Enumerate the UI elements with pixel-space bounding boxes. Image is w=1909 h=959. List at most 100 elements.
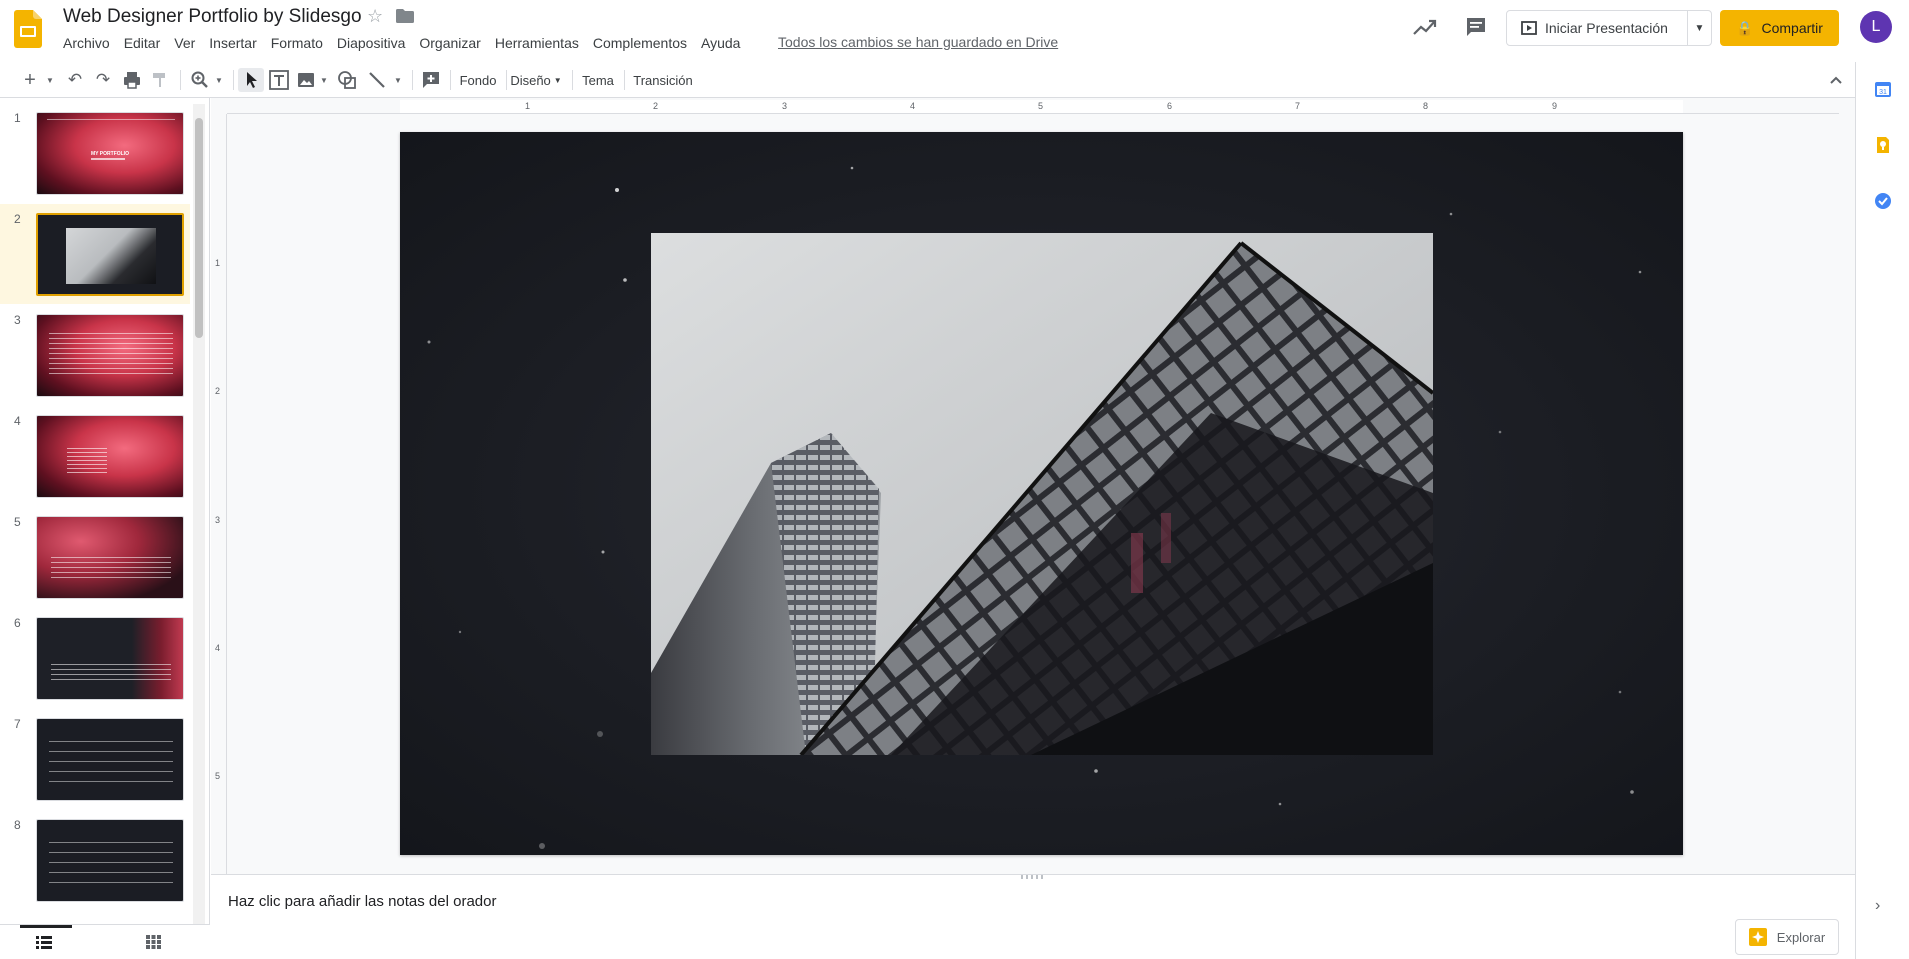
- slide-filmstrip: 1 MY PORTFOLIO 2 3 4 5 6 7 8: [0, 98, 210, 924]
- slide-thumbnail-row-2[interactable]: 2: [0, 204, 190, 304]
- slide-thumbnail[interactable]: [36, 314, 184, 397]
- ruler-tick-label: 3: [215, 515, 221, 525]
- undo-icon[interactable]: ↶: [64, 68, 86, 92]
- toolbar-separator: [572, 70, 573, 90]
- filmstrip-scroll-thumb[interactable]: [195, 118, 203, 338]
- zoom-icon[interactable]: [190, 68, 210, 92]
- slide-thumbnail[interactable]: [36, 516, 184, 599]
- tasks-icon[interactable]: [1874, 192, 1892, 210]
- ruler-tick-label: 1: [215, 258, 221, 268]
- account-avatar[interactable]: L: [1860, 11, 1892, 43]
- keep-icon[interactable]: [1874, 136, 1892, 154]
- star-icon[interactable]: ☆: [367, 6, 383, 27]
- menu-archivo[interactable]: Archivo: [56, 34, 117, 52]
- slide-building-photo[interactable]: [651, 233, 1433, 755]
- menu-complementos[interactable]: Complementos: [586, 34, 694, 52]
- vertical-ruler[interactable]: 1 2 3 4 5: [211, 114, 227, 874]
- insert-comment-icon[interactable]: [420, 68, 442, 92]
- menu-diapositiva[interactable]: Diapositiva: [330, 34, 412, 52]
- slide-thumbnail-row-1[interactable]: 1 MY PORTFOLIO: [0, 103, 190, 203]
- slides-logo-icon[interactable]: [14, 10, 42, 48]
- notes-resize-handle[interactable]: [1021, 875, 1045, 879]
- toolbar-separator: [450, 70, 451, 90]
- print-icon[interactable]: [122, 68, 142, 92]
- transition-button[interactable]: Transición: [632, 68, 694, 92]
- ruler-tick-label: 2: [653, 101, 659, 111]
- menu-herramientas[interactable]: Herramientas: [488, 34, 586, 52]
- background-button[interactable]: Fondo: [458, 68, 498, 92]
- ruler-tick-label: 7: [1295, 101, 1301, 111]
- menu-ayuda[interactable]: Ayuda: [694, 34, 747, 52]
- slide-thumbnail-row-3[interactable]: 3: [0, 305, 190, 405]
- new-slide-icon[interactable]: +: [20, 68, 40, 92]
- slide-thumbnail[interactable]: [36, 718, 184, 801]
- ruler-tick-label: 6: [1167, 101, 1173, 111]
- grid-view-icon[interactable]: [146, 935, 161, 949]
- document-title[interactable]: Web Designer Portfolio by Slidesgo: [63, 6, 362, 28]
- slide-thumbnail-row-7[interactable]: 7: [0, 709, 190, 809]
- select-cursor-icon[interactable]: [238, 68, 264, 92]
- calendar-icon[interactable]: 31: [1874, 80, 1892, 98]
- present-button[interactable]: Iniciar Presentación ▼: [1506, 10, 1712, 46]
- menu-organizar[interactable]: Organizar: [412, 34, 487, 52]
- share-label: Compartir: [1761, 20, 1823, 36]
- ruler-tick-label: 3: [782, 101, 788, 111]
- image-dropdown-icon[interactable]: ▼: [318, 68, 330, 92]
- toolbar-separator: [506, 70, 507, 90]
- thumbnail-text-lines: [51, 664, 171, 684]
- current-slide[interactable]: [400, 132, 1683, 855]
- comments-icon[interactable]: [1465, 16, 1487, 38]
- shape-icon[interactable]: [336, 68, 358, 92]
- image-icon[interactable]: [296, 68, 316, 92]
- speaker-notes-panel[interactable]: [211, 874, 1855, 959]
- menu-editar[interactable]: Editar: [117, 34, 168, 52]
- slide-thumbnail-row-8[interactable]: 8: [0, 810, 190, 910]
- menu-formato[interactable]: Formato: [264, 34, 330, 52]
- slide-thumbnail[interactable]: [36, 617, 184, 700]
- ruler-tick-label: 9: [1552, 101, 1558, 111]
- explore-button[interactable]: Explorar: [1735, 919, 1839, 955]
- slide-thumbnail-row-4[interactable]: 4: [0, 406, 190, 506]
- present-options-dropdown[interactable]: ▼: [1687, 11, 1711, 45]
- side-panel: 31 ›: [1855, 62, 1909, 959]
- slide-thumbnail[interactable]: [36, 415, 184, 498]
- slide-thumbnail[interactable]: MY PORTFOLIO: [36, 112, 184, 195]
- horizontal-ruler[interactable]: 1 2 3 4 5 6 7 8 9: [227, 100, 1839, 114]
- ruler-tick-label: 5: [215, 771, 221, 781]
- menu-ver[interactable]: Ver: [167, 34, 202, 52]
- redo-icon[interactable]: ↷: [92, 68, 114, 92]
- explore-icon: [1748, 928, 1767, 946]
- thumbnail-nav-line: [47, 119, 175, 120]
- thumbnail-text-lines: [49, 333, 173, 375]
- slide-thumbnail-row-6[interactable]: 6: [0, 608, 190, 708]
- activity-trend-icon[interactable]: [1413, 18, 1437, 36]
- slide-thumbnail[interactable]: [36, 819, 184, 902]
- folder-icon[interactable]: [396, 9, 414, 23]
- toolbar-separator: [412, 70, 413, 90]
- lock-icon: 🔒: [1736, 19, 1754, 36]
- share-button[interactable]: 🔒 Compartir: [1720, 10, 1839, 46]
- paint-format-icon[interactable]: [150, 68, 170, 92]
- expand-panel-chevron-icon[interactable]: ›: [1875, 897, 1880, 915]
- toolbar-separator: [233, 70, 234, 90]
- zoom-dropdown-icon[interactable]: ▼: [213, 68, 225, 92]
- theme-button[interactable]: Tema: [580, 68, 616, 92]
- save-status-link[interactable]: Todos los cambios se han guardado en Dri…: [778, 34, 1058, 50]
- new-slide-dropdown-icon[interactable]: ▼: [44, 68, 56, 92]
- line-dropdown-icon[interactable]: ▼: [392, 68, 404, 92]
- text-box-icon[interactable]: [268, 68, 290, 92]
- slide-thumbnail[interactable]: [36, 213, 184, 296]
- speaker-notes-placeholder[interactable]: Haz clic para añadir las notas del orado…: [228, 893, 496, 910]
- ruler-tick-label: 2: [215, 386, 221, 396]
- filmstrip-view-icon[interactable]: [36, 935, 52, 949]
- slide-number: 6: [14, 616, 21, 630]
- layout-button[interactable]: Diseño ▼: [510, 68, 561, 92]
- line-icon[interactable]: [366, 68, 388, 92]
- slide-thumbnail-row-5[interactable]: 5: [0, 507, 190, 607]
- slide-number: 3: [14, 313, 21, 327]
- collapse-toolbar-icon[interactable]: [1826, 68, 1846, 92]
- layout-dropdown-icon: ▼: [553, 75, 562, 85]
- slide-number: 7: [14, 717, 21, 731]
- menu-insertar[interactable]: Insertar: [202, 34, 263, 52]
- slide-number: 2: [14, 212, 21, 226]
